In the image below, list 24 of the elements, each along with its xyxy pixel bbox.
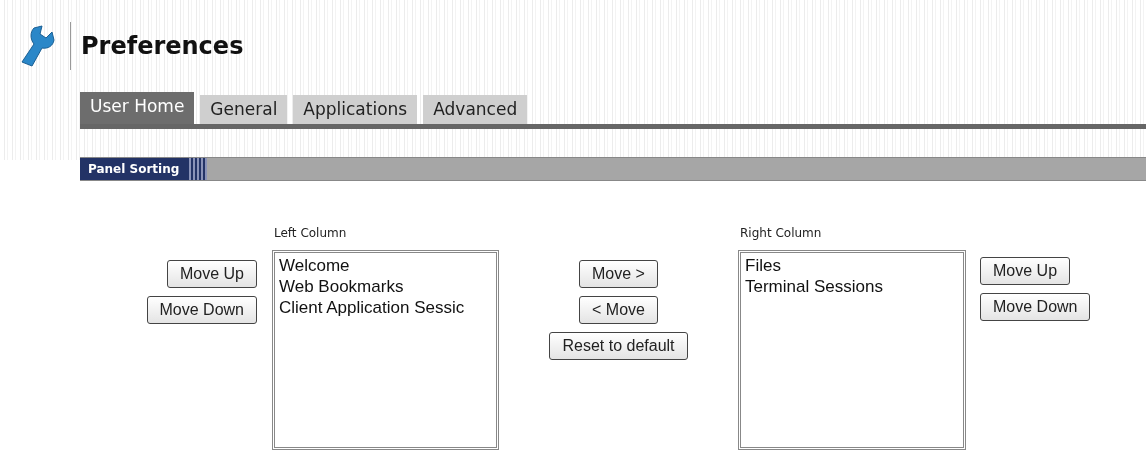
list-item[interactable]: Files — [745, 255, 959, 276]
action-button[interactable]: Move Up — [980, 257, 1071, 285]
tab[interactable]: Applications — [293, 95, 418, 124]
action-button[interactable]: Move Down — [980, 293, 1091, 321]
action-button[interactable]: Move Up — [166, 260, 257, 288]
action-button[interactable]: Move > — [579, 260, 658, 288]
column-label: Right Column — [740, 226, 823, 242]
section-title: Panel Sorting — [80, 158, 188, 180]
action-button[interactable]: Move Down — [146, 296, 257, 324]
page-title: Preferences — [81, 32, 244, 60]
action-button[interactable]: Reset to default — [549, 332, 688, 360]
tab[interactable]: Advanced — [423, 95, 528, 124]
stripe-decoration — [187, 158, 208, 180]
action-button[interactable]: < Move — [579, 296, 658, 324]
list-item[interactable]: Client Application Sessic — [279, 297, 492, 318]
list-item[interactable]: Welcome — [279, 255, 492, 276]
list-item[interactable]: Web Bookmarks — [279, 276, 492, 297]
list-item[interactable]: Terminal Sessions — [745, 276, 959, 297]
list-box[interactable]: Welcome Web Bookmarks Client Application Sessic — [272, 250, 499, 450]
wrench-icon — [20, 24, 56, 68]
column-label: Left Column — [274, 226, 348, 242]
tab[interactable]: User Home — [80, 92, 195, 124]
tab[interactable]: General — [200, 95, 288, 124]
list-box[interactable]: Files Terminal Sessions — [738, 250, 966, 450]
